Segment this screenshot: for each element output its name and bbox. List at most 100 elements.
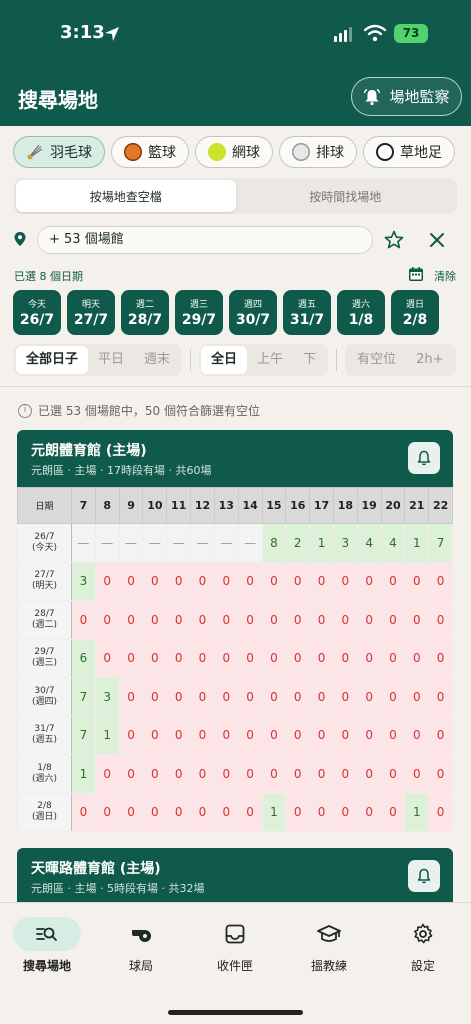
- venue-alert-button[interactable]: [408, 860, 440, 892]
- date-chip[interactable]: 週日 2/8: [391, 290, 439, 335]
- date-chip-date: 29/7: [181, 312, 217, 328]
- grid-row-date-value: 2/8: [37, 801, 52, 812]
- wifi-icon: [364, 24, 386, 42]
- grid-cell: 0: [356, 561, 382, 601]
- filter-afternoon[interactable]: 下: [293, 346, 326, 374]
- nav-settings[interactable]: 設定: [383, 917, 463, 974]
- grid-cell[interactable]: 1: [261, 792, 287, 832]
- nav-label: 搵教練: [310, 959, 347, 973]
- filter-morning[interactable]: 上午: [247, 346, 293, 374]
- close-icon[interactable]: [427, 230, 447, 250]
- date-chip[interactable]: 週五 31/7: [283, 290, 331, 335]
- grid-cell[interactable]: 1: [94, 715, 120, 755]
- shuttlecock-icon: [27, 144, 43, 160]
- grid-cell: 0: [261, 754, 287, 794]
- grid-cell[interactable]: 7: [71, 677, 96, 717]
- grid-cell[interactable]: 1: [309, 523, 334, 563]
- star-icon[interactable]: [384, 230, 404, 250]
- venue-filter-input[interactable]: + 53 個場館: [37, 226, 373, 254]
- grid-cell: 0: [94, 754, 120, 794]
- grid-cell: 0: [356, 677, 382, 717]
- grid-cell[interactable]: 4: [356, 523, 382, 563]
- nav-inbox[interactable]: 收件匣: [195, 917, 275, 974]
- grid-cell: 0: [309, 638, 334, 678]
- nav-games[interactable]: 球局: [101, 917, 181, 974]
- grid-cell[interactable]: 7: [428, 523, 453, 563]
- date-chip[interactable]: 明天 27/7: [67, 290, 115, 335]
- date-chip[interactable]: 今天 26/7: [13, 290, 61, 335]
- grid-cell[interactable]: 4: [380, 523, 406, 563]
- grid-row-date: 1/8 (週六): [17, 754, 72, 794]
- filter-all-day[interactable]: 全日: [201, 346, 248, 374]
- sport-chip-soccer[interactable]: 草地足: [363, 136, 455, 168]
- grid-row-date: 29/7 (週三): [17, 638, 72, 678]
- venue-alert-button[interactable]: [408, 442, 440, 474]
- grid-cell: 0: [356, 792, 382, 832]
- tab-by-time[interactable]: 按時間找場地: [236, 180, 456, 212]
- grid-row-weekday: (週三): [31, 658, 58, 669]
- nav-search-venue[interactable]: 搜尋場地: [7, 917, 87, 974]
- date-chip[interactable]: 週六 1/8: [337, 290, 385, 335]
- filter-weekends[interactable]: 週末: [134, 346, 180, 374]
- venue-monitor-button[interactable]: 場地監察: [351, 77, 462, 116]
- grid-cell[interactable]: 1: [404, 523, 430, 563]
- sport-chip-tennis[interactable]: 網球: [195, 136, 273, 168]
- grid-cell[interactable]: 3: [94, 677, 120, 717]
- grid-cell: 0: [332, 600, 358, 640]
- grid-hour-header: 13: [213, 487, 239, 524]
- sport-chip-label: 網球: [232, 145, 260, 161]
- date-chip-weekday: 週六: [351, 300, 370, 310]
- nav-coach[interactable]: 搵教練: [289, 917, 369, 974]
- tennis-ball-icon: [208, 143, 226, 161]
- filter-has-space[interactable]: 有空位: [347, 346, 406, 374]
- grid-cell[interactable]: 8: [261, 523, 287, 563]
- filter-2h-plus[interactable]: 2h+: [406, 346, 453, 374]
- grid-cell: 0: [166, 715, 192, 755]
- grid-cell: 0: [237, 715, 263, 755]
- sport-chip-basketball[interactable]: 籃球: [111, 136, 189, 168]
- grid-hour-header: 12: [190, 487, 215, 524]
- grid-cell: 0: [142, 561, 168, 601]
- sport-chip-label: 籃球: [148, 145, 176, 161]
- grid-row-weekday: (週六): [31, 773, 58, 784]
- grid-cell: 0: [428, 561, 453, 601]
- grid-cell[interactable]: 3: [71, 561, 96, 601]
- grid-cell: 0: [285, 792, 311, 832]
- grid-cell: 0: [213, 677, 239, 717]
- filter-all-days[interactable]: 全部日子: [16, 346, 89, 374]
- calendar-icon[interactable]: [408, 266, 424, 282]
- grid-cell: 0: [380, 677, 406, 717]
- date-chip[interactable]: 週三 29/7: [175, 290, 223, 335]
- venue-card[interactable]: 元朗體育館 (主場) 元朗區 · 主場 · 17時段有場 · 共60場 日期 7 8…: [17, 430, 453, 832]
- sport-chip-badminton[interactable]: 羽毛球: [13, 136, 105, 168]
- grid-hour-header: 22: [428, 487, 453, 524]
- grid-row-date-value: 1/8: [37, 762, 52, 773]
- grid-cell[interactable]: 3: [332, 523, 358, 563]
- grid-cell: 0: [166, 600, 192, 640]
- tab-by-venue[interactable]: 按場地查空檔: [16, 180, 236, 212]
- grid-cell: 0: [285, 677, 311, 717]
- grid-cell[interactable]: 7: [71, 715, 96, 755]
- grid-hour-header: 8: [94, 487, 120, 524]
- date-chip[interactable]: 週四 30/7: [229, 290, 277, 335]
- clear-dates-button[interactable]: 清除: [434, 268, 456, 284]
- grid-cell: 0: [261, 638, 287, 678]
- filter-weekdays[interactable]: 平日: [88, 346, 134, 374]
- grid-cell[interactable]: 1: [404, 792, 430, 832]
- grid-cell[interactable]: 6: [71, 638, 96, 678]
- volleyball-icon: [292, 143, 310, 161]
- grid-cell: 0: [428, 638, 453, 678]
- grid-cell: 0: [356, 715, 382, 755]
- grid-row-date: 28/7 (週二): [17, 600, 72, 640]
- grid-cell[interactable]: 1: [71, 754, 96, 794]
- grid-cell: 0: [142, 677, 168, 717]
- sport-chip-volleyball[interactable]: 排球: [279, 136, 357, 168]
- grid-cell: 0: [213, 561, 239, 601]
- grid-row-date: 2/8 (週日): [17, 792, 72, 832]
- venue-card[interactable]: 天暉路體育館 (主場) 元朗區 · 主場 · 5時段有場 · 共32場: [17, 848, 453, 902]
- day-type-filter: 全部日子 平日 週末: [14, 344, 183, 376]
- date-chip[interactable]: 週二 28/7: [121, 290, 169, 335]
- grid-cell: —: [166, 523, 192, 563]
- grid-cell: 0: [118, 754, 144, 794]
- grid-cell[interactable]: 2: [285, 523, 311, 563]
